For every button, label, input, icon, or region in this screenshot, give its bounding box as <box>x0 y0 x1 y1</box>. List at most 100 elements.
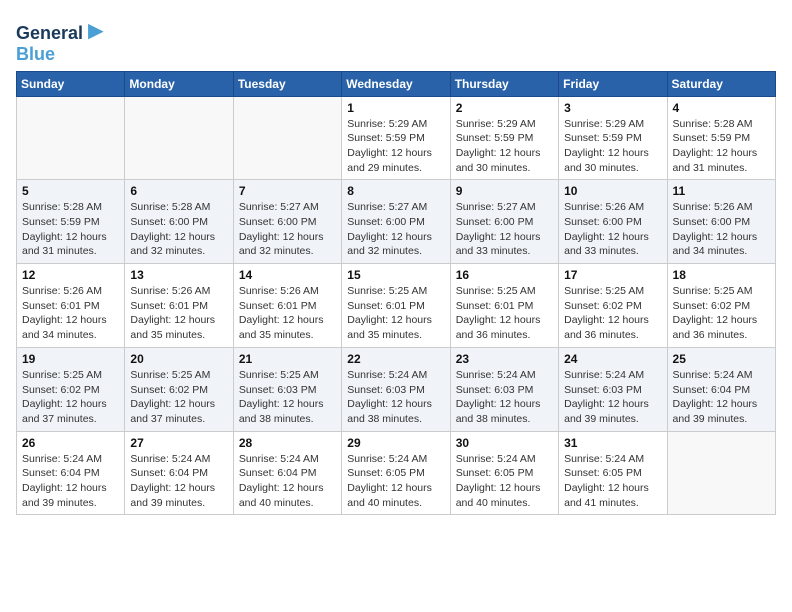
calendar-cell: 18Sunrise: 5:25 AM Sunset: 6:02 PM Dayli… <box>667 264 775 348</box>
calendar-cell: 5 Sunrise: 5:28 AM Sunset: 5:59 PM Daylig… <box>17 180 125 264</box>
calendar-cell: 16 Sunrise: 5:25 AM Sunset: 6:01 PM Dayli… <box>450 264 558 348</box>
day-info: Sunrise: 5:27 AM Sunset: 6:00 PM Dayligh… <box>347 200 444 259</box>
day-info: Sunrise: 5:28 AM Sunset: 5:59 PM Dayligh… <box>673 117 770 176</box>
calendar-cell: 20 Sunrise: 5:25 AM Sunset: 6:02 PM Dayli… <box>125 347 233 431</box>
calendar-cell <box>125 96 233 180</box>
day-header-monday: Monday <box>125 71 233 96</box>
calendar-cell: 12 Sunrise: 5:26 AM Sunset: 6:01 PM Dayli… <box>17 264 125 348</box>
calendar-cell: 10 Sunrise: 5:26 AM Sunset: 6:00 PM Dayli… <box>559 180 667 264</box>
day-number: 9 <box>456 184 553 198</box>
day-number: 31 <box>564 436 661 450</box>
day-info: Sunrise: 5:25 AM Sunset: 6:03 PM Dayligh… <box>239 368 336 427</box>
day-info: Sunrise: 5:26 AM Sunset: 6:01 PM Dayligh… <box>239 284 336 343</box>
logo-text: General► <box>16 16 109 45</box>
calendar-cell: 27Sunrise: 5:24 AM Sunset: 6:04 PM Dayli… <box>125 431 233 515</box>
day-number: 17 <box>564 268 661 282</box>
day-info: Sunrise: 5:24 AM Sunset: 6:04 PM Dayligh… <box>239 452 336 511</box>
calendar-cell: 19 Sunrise: 5:25 AM Sunset: 6:02 PM Dayli… <box>17 347 125 431</box>
calendar-cell: 29 Sunrise: 5:24 AM Sunset: 6:05 PM Dayli… <box>342 431 450 515</box>
calendar-cell: 2 Sunrise: 5:29 AM Sunset: 5:59 PM Daylig… <box>450 96 558 180</box>
day-number: 29 <box>347 436 444 450</box>
day-header-saturday: Saturday <box>667 71 775 96</box>
day-info: Sunrise: 5:24 AM Sunset: 6:04 PM Dayligh… <box>22 452 119 511</box>
day-info: Sunrise: 5:28 AM Sunset: 5:59 PM Dayligh… <box>22 200 119 259</box>
day-info: Sunrise: 5:29 AM Sunset: 5:59 PM Dayligh… <box>347 117 444 176</box>
day-info: Sunrise: 5:25 AM Sunset: 6:02 PM Dayligh… <box>130 368 227 427</box>
calendar-cell: 1 Sunrise: 5:29 AM Sunset: 5:59 PM Daylig… <box>342 96 450 180</box>
day-header-wednesday: Wednesday <box>342 71 450 96</box>
day-header-tuesday: Tuesday <box>233 71 341 96</box>
calendar-cell: 8 Sunrise: 5:27 AM Sunset: 6:00 PM Daylig… <box>342 180 450 264</box>
day-info: Sunrise: 5:25 AM Sunset: 6:01 PM Dayligh… <box>456 284 553 343</box>
day-info: Sunrise: 5:27 AM Sunset: 6:00 PM Dayligh… <box>239 200 336 259</box>
calendar-week-row: 1 Sunrise: 5:29 AM Sunset: 5:59 PM Daylig… <box>17 96 776 180</box>
day-info: Sunrise: 5:26 AM Sunset: 6:00 PM Dayligh… <box>673 200 770 259</box>
day-info: Sunrise: 5:26 AM Sunset: 6:00 PM Dayligh… <box>564 200 661 259</box>
day-info: Sunrise: 5:24 AM Sunset: 6:03 PM Dayligh… <box>456 368 553 427</box>
day-number: 3 <box>564 101 661 115</box>
calendar-cell: 30 Sunrise: 5:24 AM Sunset: 6:05 PM Dayli… <box>450 431 558 515</box>
day-number: 10 <box>564 184 661 198</box>
logo-blue: Blue <box>16 45 109 63</box>
day-info: Sunrise: 5:28 AM Sunset: 6:00 PM Dayligh… <box>130 200 227 259</box>
day-number: 20 <box>130 352 227 366</box>
calendar-cell: 9 Sunrise: 5:27 AM Sunset: 6:00 PM Daylig… <box>450 180 558 264</box>
calendar-cell: 4Sunrise: 5:28 AM Sunset: 5:59 PM Daylig… <box>667 96 775 180</box>
day-number: 7 <box>239 184 336 198</box>
day-number: 2 <box>456 101 553 115</box>
calendar: SundayMondayTuesdayWednesdayThursdayFrid… <box>16 71 776 516</box>
day-info: Sunrise: 5:26 AM Sunset: 6:01 PM Dayligh… <box>22 284 119 343</box>
calendar-cell: 14 Sunrise: 5:26 AM Sunset: 6:01 PM Dayli… <box>233 264 341 348</box>
calendar-cell: 17 Sunrise: 5:25 AM Sunset: 6:02 PM Dayli… <box>559 264 667 348</box>
day-info: Sunrise: 5:24 AM Sunset: 6:05 PM Dayligh… <box>347 452 444 511</box>
day-number: 26 <box>22 436 119 450</box>
day-info: Sunrise: 5:29 AM Sunset: 5:59 PM Dayligh… <box>456 117 553 176</box>
day-number: 24 <box>564 352 661 366</box>
calendar-cell: 23 Sunrise: 5:24 AM Sunset: 6:03 PM Dayli… <box>450 347 558 431</box>
logo: General► Blue <box>16 16 109 63</box>
day-info: Sunrise: 5:24 AM Sunset: 6:03 PM Dayligh… <box>564 368 661 427</box>
day-info: Sunrise: 5:25 AM Sunset: 6:02 PM Dayligh… <box>564 284 661 343</box>
calendar-cell: 6 Sunrise: 5:28 AM Sunset: 6:00 PM Daylig… <box>125 180 233 264</box>
calendar-cell <box>233 96 341 180</box>
calendar-cell: 25 Sunrise: 5:24 AM Sunset: 6:04 PM Dayli… <box>667 347 775 431</box>
calendar-cell: 28 Sunrise: 5:24 AM Sunset: 6:04 PM Dayli… <box>233 431 341 515</box>
day-number: 14 <box>239 268 336 282</box>
day-number: 12 <box>22 268 119 282</box>
calendar-cell: 24 Sunrise: 5:24 AM Sunset: 6:03 PM Dayli… <box>559 347 667 431</box>
day-number: 15 <box>347 268 444 282</box>
day-number: 13 <box>130 268 227 282</box>
day-info: Sunrise: 5:24 AM Sunset: 6:04 PM Dayligh… <box>130 452 227 511</box>
day-number: 25 <box>673 352 770 366</box>
day-number: 6 <box>130 184 227 198</box>
day-number: 8 <box>347 184 444 198</box>
day-info: Sunrise: 5:27 AM Sunset: 6:00 PM Dayligh… <box>456 200 553 259</box>
calendar-week-row: 12 Sunrise: 5:26 AM Sunset: 6:01 PM Dayli… <box>17 264 776 348</box>
day-number: 30 <box>456 436 553 450</box>
calendar-header-row: SundayMondayTuesdayWednesdayThursdayFrid… <box>17 71 776 96</box>
day-info: Sunrise: 5:24 AM Sunset: 6:03 PM Dayligh… <box>347 368 444 427</box>
day-number: 19 <box>22 352 119 366</box>
day-number: 22 <box>347 352 444 366</box>
day-info: Sunrise: 5:24 AM Sunset: 6:05 PM Dayligh… <box>564 452 661 511</box>
day-info: Sunrise: 5:24 AM Sunset: 6:04 PM Dayligh… <box>673 368 770 427</box>
day-number: 1 <box>347 101 444 115</box>
day-number: 21 <box>239 352 336 366</box>
day-header-sunday: Sunday <box>17 71 125 96</box>
day-number: 23 <box>456 352 553 366</box>
day-info: Sunrise: 5:25 AM Sunset: 6:02 PM Dayligh… <box>22 368 119 427</box>
calendar-cell: 3 Sunrise: 5:29 AM Sunset: 5:59 PM Daylig… <box>559 96 667 180</box>
calendar-cell: 31 Sunrise: 5:24 AM Sunset: 6:05 PM Dayli… <box>559 431 667 515</box>
day-number: 5 <box>22 184 119 198</box>
day-number: 18 <box>673 268 770 282</box>
calendar-cell: 21 Sunrise: 5:25 AM Sunset: 6:03 PM Dayli… <box>233 347 341 431</box>
calendar-cell: 15Sunrise: 5:25 AM Sunset: 6:01 PM Dayli… <box>342 264 450 348</box>
calendar-week-row: 19 Sunrise: 5:25 AM Sunset: 6:02 PM Dayli… <box>17 347 776 431</box>
day-info: Sunrise: 5:24 AM Sunset: 6:05 PM Dayligh… <box>456 452 553 511</box>
calendar-cell <box>17 96 125 180</box>
day-number: 16 <box>456 268 553 282</box>
calendar-cell: 13Sunrise: 5:26 AM Sunset: 6:01 PM Dayli… <box>125 264 233 348</box>
day-info: Sunrise: 5:29 AM Sunset: 5:59 PM Dayligh… <box>564 117 661 176</box>
day-header-thursday: Thursday <box>450 71 558 96</box>
day-number: 28 <box>239 436 336 450</box>
